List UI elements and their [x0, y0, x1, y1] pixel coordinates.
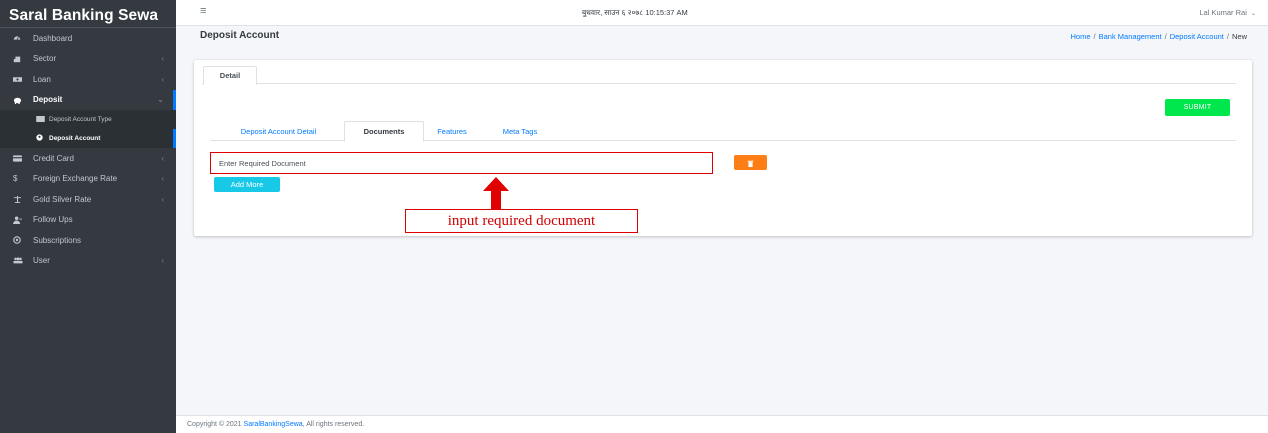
sidebar-item-label: Deposit	[33, 95, 63, 105]
app-root: Saral Banking Sewa Dashboard Sector ‹ Lo…	[0, 0, 1268, 433]
sidebar-subitem-deposit-account-type[interactable]: Deposit Account Type	[0, 110, 176, 129]
piggy-bank-icon	[13, 96, 27, 104]
annotation-label: input required document	[405, 209, 638, 233]
sidebar-subitem-label: Deposit Account Type	[49, 116, 112, 123]
sidebar-item-label: Credit Card	[33, 153, 74, 163]
globe-icon	[13, 236, 27, 245]
hamburger-menu-icon[interactable]: ≡	[200, 5, 206, 17]
sidebar-item-sector[interactable]: Sector ‹	[0, 49, 176, 70]
user-menu[interactable]: Lal Kumar Rai ⌄	[1199, 8, 1256, 17]
sidebar-item-deposit[interactable]: Deposit ⌄	[0, 89, 176, 111]
breadcrumb-current: New	[1231, 32, 1247, 41]
user-name: Lal Kumar Rai	[1199, 8, 1247, 17]
sidebar-item-loan[interactable]: Loan ‹	[0, 69, 176, 90]
top-navbar: ≡ बुधवार, साउन ६ २०७८ 10:15:37 AM Lal Ku…	[176, 0, 1268, 26]
balance-scale-icon	[13, 195, 27, 204]
sidebar-item-follow-ups[interactable]: Follow Ups	[0, 210, 176, 231]
outer-tab-bar: Detail	[202, 65, 1236, 85]
page-title: Deposit Account	[200, 30, 280, 41]
chevron-down-icon: ⌄	[157, 95, 164, 105]
footer: Copyright © 2021 SaralBankingSewa, All r…	[176, 415, 1268, 433]
breadcrumb: Home / Bank Management / Deposit Account / New	[1071, 32, 1247, 41]
sidebar-item-credit-card[interactable]: Credit Card ‹	[0, 148, 176, 169]
sidebar-item-label: Loan	[33, 74, 51, 84]
user-plus-icon	[13, 216, 27, 224]
chevron-left-icon: ‹	[161, 54, 164, 64]
trash-icon	[747, 154, 754, 172]
deposit-account-card: Detail SUBMIT Deposit Account Detail Doc…	[194, 60, 1252, 236]
breadcrumb-deposit-account[interactable]: Deposit Account	[1170, 32, 1224, 41]
sidebar-item-label: Gold Silver Rate	[33, 194, 92, 204]
content-header: Deposit Account Home / Bank Management / Dep…	[176, 26, 1268, 48]
layer-icon	[13, 55, 27, 63]
sidebar-item-label: Sector	[33, 54, 57, 64]
circle-icon	[36, 134, 48, 143]
caret-down-icon: ⌄	[1250, 11, 1256, 17]
brand-logo[interactable]: Saral Banking Sewa	[0, 0, 176, 28]
list-icon	[36, 115, 48, 124]
money-icon	[13, 76, 27, 83]
chevron-left-icon: ‹	[161, 194, 164, 204]
sidebar-item-gold-silver-rate[interactable]: Gold Silver Rate ‹	[0, 189, 176, 210]
sidebar-item-label: Foreign Exchange Rate	[33, 174, 118, 184]
breadcrumb-bank-management[interactable]: Bank Management	[1099, 32, 1162, 41]
chevron-left-icon: ‹	[161, 256, 164, 266]
sidebar-item-user[interactable]: User ‹	[0, 251, 176, 272]
footer-copyright: Copyright © 2021	[187, 421, 242, 428]
delete-document-button[interactable]	[734, 155, 767, 170]
tab-features[interactable]: Features	[427, 121, 477, 141]
required-document-input[interactable]	[210, 152, 713, 174]
chevron-left-icon: ‹	[161, 153, 164, 163]
chevron-left-icon: ‹	[161, 174, 164, 184]
tab-meta-tags[interactable]: Meta Tags	[490, 121, 550, 141]
tab-documents[interactable]: Documents	[344, 121, 424, 142]
sidebar-item-label: Dashboard	[33, 33, 73, 43]
submit-button[interactable]: SUBMIT	[1165, 99, 1230, 116]
sidebar-item-label: Follow Ups	[33, 215, 73, 225]
credit-card-icon	[13, 155, 27, 162]
sidebar-item-foreign-exchange-rate[interactable]: $ Foreign Exchange Rate ‹	[0, 169, 176, 190]
breadcrumb-separator: /	[1164, 32, 1167, 41]
breadcrumb-home[interactable]: Home	[1071, 32, 1091, 41]
sidebar-item-label: Subscriptions	[33, 235, 82, 245]
annotation-arrow-up-icon	[483, 177, 509, 209]
sidebar-subitem-label: Deposit Account	[49, 135, 101, 142]
breadcrumb-separator: /	[1226, 32, 1229, 41]
sidebar-item-subscriptions[interactable]: Subscriptions	[0, 230, 176, 251]
tab-deposit-account-detail[interactable]: Deposit Account Detail	[220, 121, 337, 141]
current-datetime: बुधवार, साउन ६ २०७८ 10:15:37 AM	[582, 8, 688, 17]
add-more-button[interactable]: Add More	[214, 177, 280, 192]
sidebar: Saral Banking Sewa Dashboard Sector ‹ Lo…	[0, 0, 176, 433]
inner-tab-bar: Deposit Account Detail Documents Feature…	[210, 121, 1236, 142]
footer-link[interactable]: SaralBankingSewa	[244, 421, 303, 428]
breadcrumb-separator: /	[1093, 32, 1096, 41]
sidebar-item-dashboard[interactable]: Dashboard	[0, 28, 176, 49]
sidebar-nav: Dashboard Sector ‹ Loan ‹ Deposit ⌄ Depo…	[0, 28, 176, 271]
footer-rights: , All rights reserved.	[302, 421, 365, 428]
tab-detail[interactable]: Detail	[203, 66, 257, 85]
sidebar-subitem-deposit-account[interactable]: Deposit Account	[0, 129, 176, 148]
dollar-icon: $	[13, 174, 18, 184]
sidebar-item-label: User	[33, 256, 50, 266]
tachometer-icon	[13, 34, 27, 42]
users-icon	[13, 257, 27, 264]
chevron-left-icon: ‹	[161, 74, 164, 84]
